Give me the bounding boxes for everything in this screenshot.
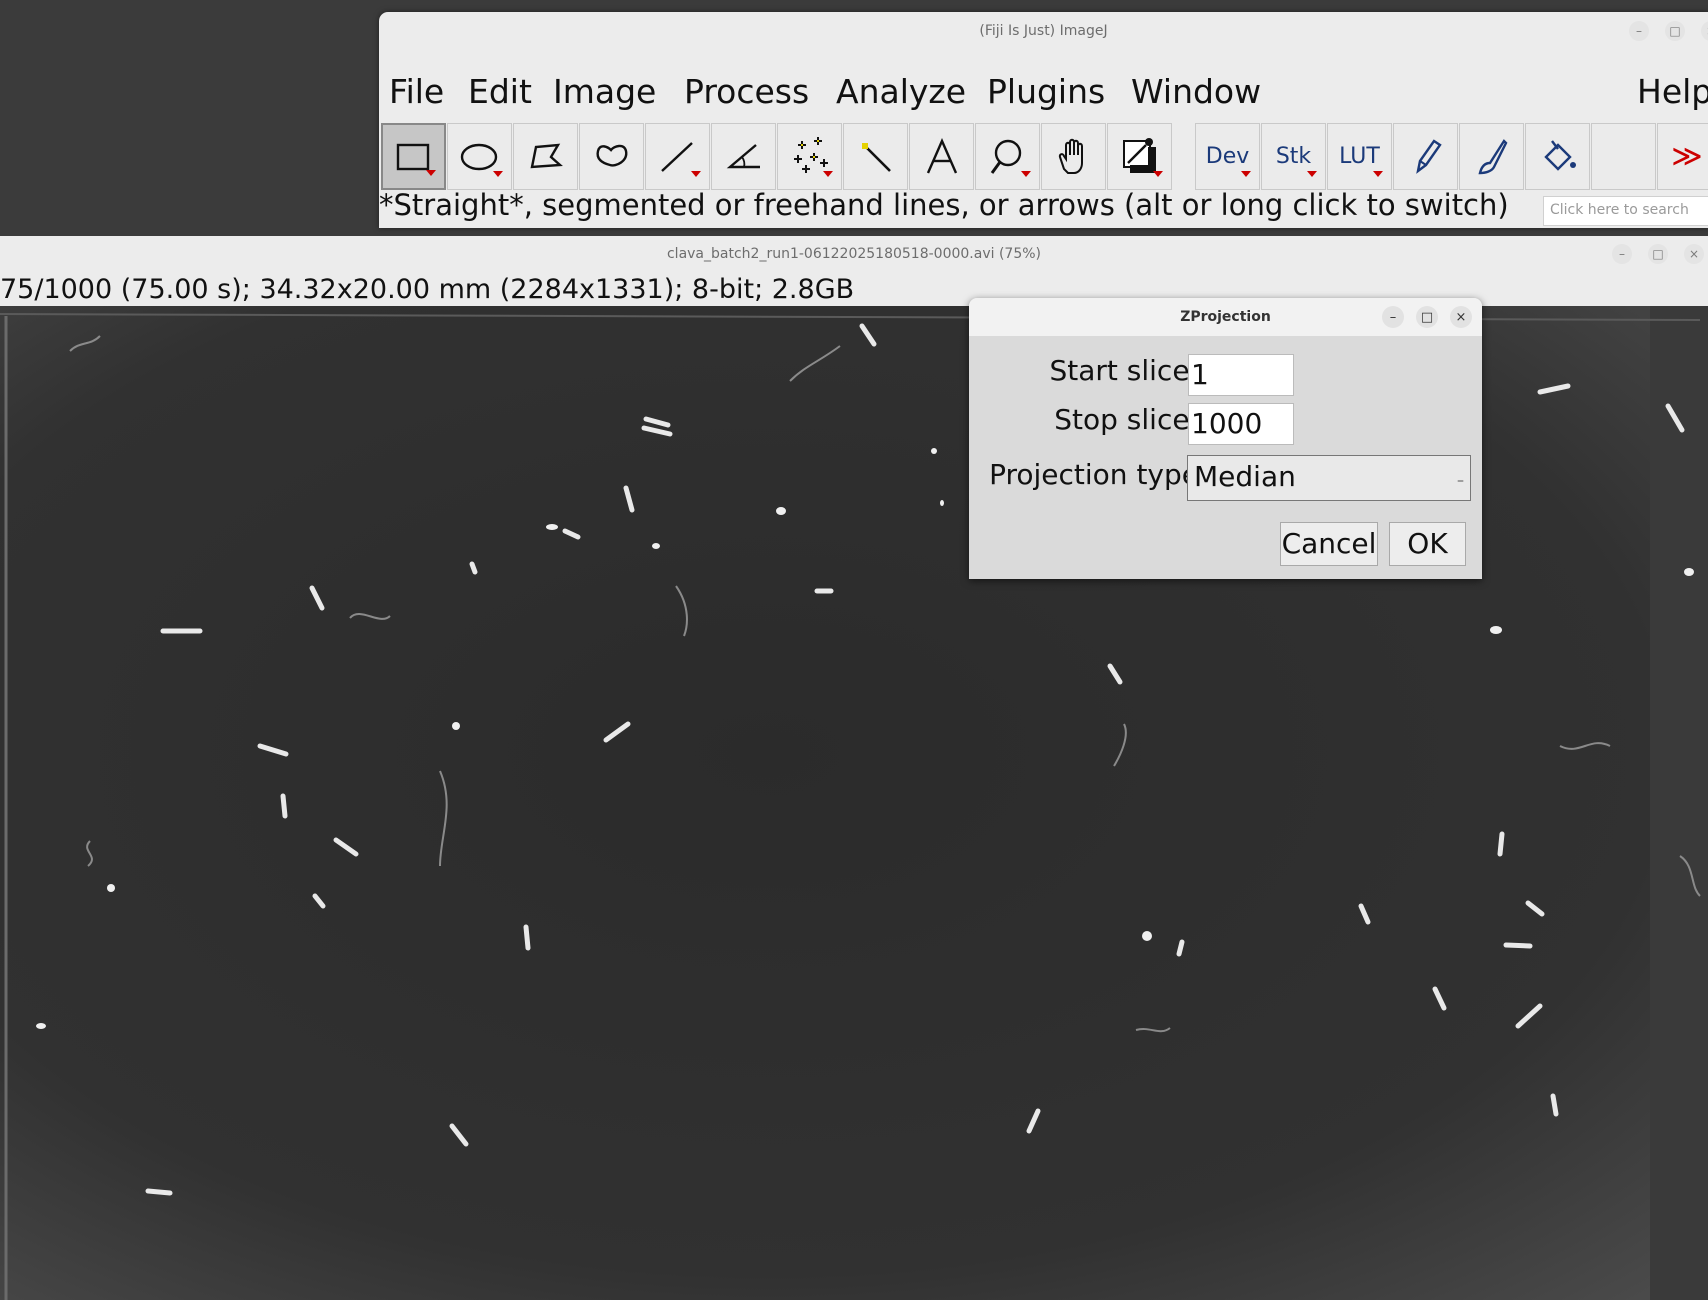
flood-fill-tool-button[interactable] <box>1525 123 1590 190</box>
wand-tool-button[interactable] <box>843 123 908 190</box>
freehand-tool-icon <box>595 144 627 167</box>
main-window-titlebar[interactable]: (Fiji Is Just) ImageJ <box>379 12 1708 50</box>
more-tools-button[interactable]: ≫ <box>1657 123 1708 190</box>
toolbar: Dev Stk LUT ≫ <box>379 111 1708 193</box>
text-tool-button[interactable] <box>909 123 974 190</box>
imagej-main-window: (Fiji Is Just) ImageJ – □ × File Edit Im… <box>379 12 1708 228</box>
stk-menu-button[interactable]: Stk <box>1261 123 1326 190</box>
projection-type-label: Projection type <box>989 458 1199 491</box>
maximize-icon[interactable]: □ <box>1648 244 1668 264</box>
hand-tool-button[interactable] <box>1041 123 1106 190</box>
empty-tool-slot[interactable] <box>1591 123 1656 190</box>
pencil-tool-button[interactable] <box>1393 123 1458 190</box>
lut-label: LUT <box>1339 144 1380 169</box>
close-icon[interactable]: × <box>1684 244 1704 264</box>
dev-menu-button[interactable]: Dev <box>1195 123 1260 190</box>
line-tool-button[interactable] <box>645 123 710 190</box>
minimize-icon[interactable]: – <box>1629 21 1649 41</box>
dialog-titlebar[interactable]: ZProjection <box>969 298 1482 336</box>
main-window-controls: – □ × <box>1629 12 1708 50</box>
image-window-controls: – □ × <box>1612 236 1704 272</box>
lut-menu-button[interactable]: LUT <box>1327 123 1392 190</box>
menu-image[interactable]: Image <box>553 72 656 111</box>
minimize-icon[interactable]: – <box>1382 306 1404 328</box>
stk-label: Stk <box>1275 144 1312 169</box>
angle-tool-button[interactable] <box>711 123 776 190</box>
rectangle-tool-button[interactable] <box>381 123 446 190</box>
projection-type-value: Median <box>1194 460 1296 493</box>
dialog-title: ZProjection <box>1180 309 1271 325</box>
color-picker-button[interactable] <box>1107 123 1172 190</box>
image-window-title: clava_batch2_run1-06122025180518-0000.av… <box>666 246 1041 262</box>
multipoint-tool-button[interactable] <box>777 123 842 190</box>
image-window-titlebar[interactable]: clava_batch2_run1-06122025180518-0000.av… <box>0 236 1708 272</box>
dropdown-icon: – <box>1457 473 1464 489</box>
menu-window[interactable]: Window <box>1131 72 1261 111</box>
text-tool-icon <box>926 137 957 173</box>
start-slice-input[interactable]: 1 <box>1188 354 1294 396</box>
menu-analyze[interactable]: Analyze <box>836 72 966 111</box>
angle-tool-icon <box>726 143 760 168</box>
stop-slice-label: Stop slice: <box>1054 403 1199 436</box>
paint-bucket-icon <box>1543 139 1576 171</box>
start-slice-label: Start slice: <box>1049 354 1199 387</box>
pencil-icon <box>1415 138 1442 174</box>
menu-help[interactable]: Help <box>1637 72 1708 111</box>
oval-tool-button[interactable] <box>447 123 512 190</box>
wand-tool-icon <box>861 142 891 172</box>
polygon-tool-button[interactable] <box>513 123 578 190</box>
more-tools-icon: ≫ <box>1671 139 1703 174</box>
projection-type-select[interactable]: Median – <box>1187 455 1471 501</box>
brush-tool-button[interactable] <box>1459 123 1524 190</box>
main-window-title: (Fiji Is Just) ImageJ <box>979 23 1108 39</box>
magnifier-tool-button[interactable] <box>975 123 1040 190</box>
brush-icon <box>1477 138 1507 174</box>
ok-button[interactable]: OK <box>1389 522 1466 566</box>
polygon-tool-icon <box>530 143 563 168</box>
close-icon[interactable]: × <box>1701 21 1708 41</box>
maximize-icon[interactable]: □ <box>1665 21 1685 41</box>
image-info-bar: 75/1000 (75.00 s); 34.32x20.00 mm (2284x… <box>0 274 855 305</box>
hand-tool-icon <box>1058 138 1083 174</box>
status-bar: *Straight*, segmented or freehand lines,… <box>379 188 1509 222</box>
minimize-icon[interactable]: – <box>1612 244 1632 264</box>
zprojection-dialog: ZProjection – □ × Start slice: 1 Stop sl… <box>969 298 1482 579</box>
menu-file[interactable]: File <box>389 72 444 111</box>
search-input[interactable]: Click here to search <box>1543 196 1708 226</box>
dev-label: Dev <box>1205 144 1250 169</box>
menu-plugins[interactable]: Plugins <box>987 72 1105 111</box>
menu-edit[interactable]: Edit <box>468 72 532 111</box>
menu-process[interactable]: Process <box>684 72 809 111</box>
freehand-tool-button[interactable] <box>579 123 644 190</box>
cancel-button[interactable]: Cancel <box>1280 522 1378 566</box>
stop-slice-input[interactable]: 1000 <box>1188 403 1294 445</box>
close-icon[interactable]: × <box>1450 306 1472 328</box>
maximize-icon[interactable]: □ <box>1416 306 1438 328</box>
